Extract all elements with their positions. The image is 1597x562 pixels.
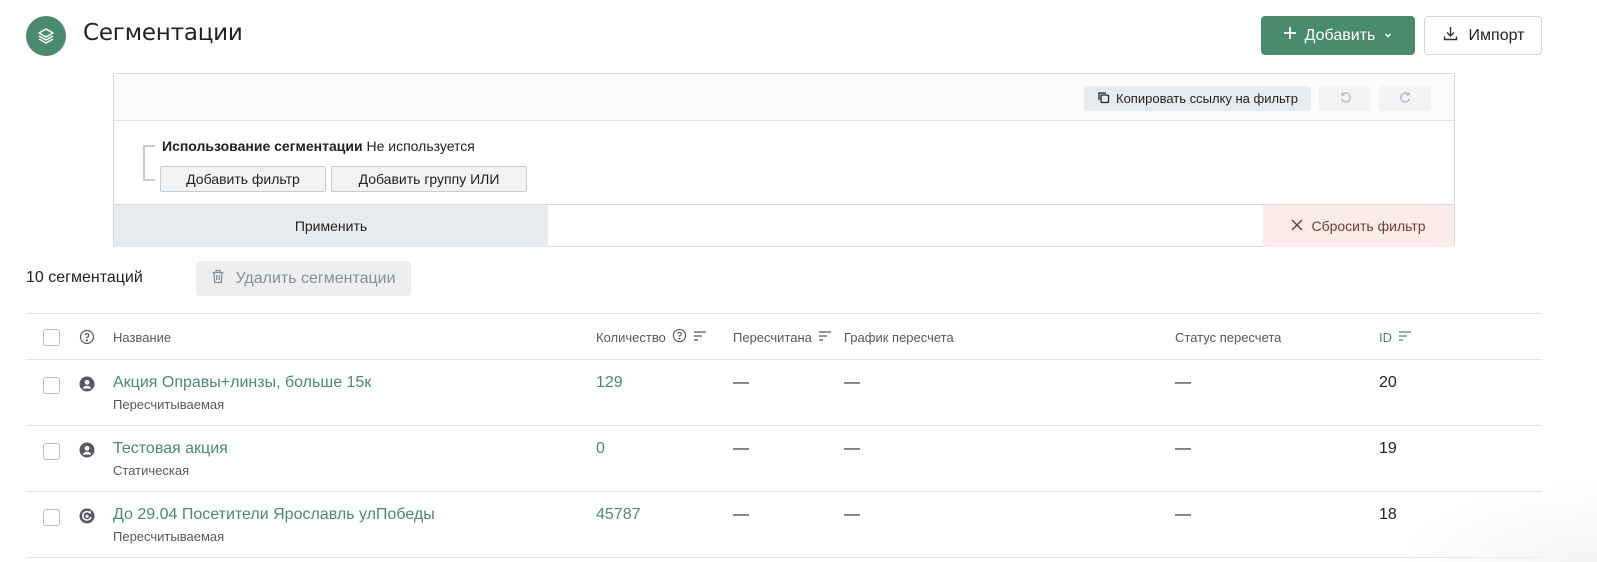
recalculated-value: — bbox=[733, 374, 749, 391]
user-icon bbox=[79, 376, 95, 392]
table-row[interactable]: Акция Оправы+линзы, больше 15к Пересчиты… bbox=[26, 360, 1542, 426]
undo-button[interactable] bbox=[1319, 86, 1371, 111]
select-all-checkbox[interactable] bbox=[43, 329, 60, 346]
close-icon bbox=[1291, 218, 1304, 234]
column-count[interactable]: Количество bbox=[596, 314, 707, 360]
copy-icon bbox=[1097, 91, 1110, 107]
help-icon[interactable] bbox=[79, 314, 95, 360]
segmentation-count-link[interactable]: 129 bbox=[596, 374, 623, 392]
segmentation-count-link[interactable]: 45787 bbox=[596, 506, 641, 524]
filter-condition-label: Использование сегментации bbox=[162, 138, 363, 154]
row-checkbox[interactable] bbox=[43, 377, 60, 394]
copy-filter-link-label: Копировать ссылку на фильтр bbox=[1116, 91, 1298, 106]
column-id[interactable]: ID bbox=[1379, 314, 1412, 360]
help-icon[interactable] bbox=[672, 328, 687, 346]
segmentation-name-link[interactable]: До 29.04 Посетители Ярославль улПобеды bbox=[113, 506, 435, 524]
column-status[interactable]: Статус пересчета bbox=[1175, 314, 1281, 360]
segmentation-type: Статическая bbox=[113, 463, 190, 478]
schedule-value: — bbox=[844, 440, 860, 457]
schedule-value: — bbox=[844, 506, 860, 523]
add-filter-button[interactable]: Добавить фильтр bbox=[160, 166, 326, 192]
reset-filter-label: Сбросить фильтр bbox=[1311, 218, 1426, 234]
column-id-label: ID bbox=[1379, 329, 1392, 345]
id-value: 20 bbox=[1379, 374, 1397, 391]
plus-icon bbox=[1283, 26, 1297, 45]
table-header: Название Количество Пересчитана График п… bbox=[26, 314, 1542, 360]
table-row[interactable]: До 29.04 Посетители Ярославль улПобеды П… bbox=[26, 492, 1542, 558]
user-icon bbox=[79, 442, 95, 458]
segmentation-type: Пересчитываемая bbox=[113, 397, 225, 412]
status-value: — bbox=[1175, 506, 1191, 523]
filter-footer: Применить Сбросить фильтр bbox=[114, 204, 1454, 247]
column-count-label: Количество bbox=[596, 329, 666, 345]
column-recalculated-label: Пересчитана bbox=[733, 329, 812, 345]
id-value: 18 bbox=[1379, 506, 1397, 523]
recalculated-value: — bbox=[733, 506, 749, 523]
import-button-label: Импорт bbox=[1468, 26, 1525, 44]
id-value: 19 bbox=[1379, 440, 1397, 457]
table-row[interactable]: Тестовая акция Статическая 0 — — — 19 bbox=[26, 426, 1542, 492]
delete-segmentations-label: Удалить сегментации bbox=[235, 269, 396, 287]
filter-condition[interactable]: Использование сегментации Не используетс… bbox=[162, 138, 475, 154]
delete-segmentations-button[interactable]: Удалить сегментации bbox=[196, 261, 411, 296]
column-status-label: Статус пересчета bbox=[1175, 329, 1282, 345]
add-button-label: Добавить bbox=[1304, 26, 1376, 44]
schedule-value: — bbox=[844, 374, 860, 391]
trash-icon bbox=[211, 269, 225, 289]
column-recalculated[interactable]: Пересчитана bbox=[733, 314, 832, 360]
sort-icon[interactable] bbox=[693, 330, 707, 345]
download-icon bbox=[1442, 25, 1459, 47]
segmentation-type: Пересчитываемая bbox=[113, 529, 225, 544]
layers-icon bbox=[26, 16, 66, 56]
segmentation-count-link[interactable]: 0 bbox=[596, 440, 605, 458]
segmentations-count: 10 сегментаций bbox=[26, 269, 143, 286]
redo-button[interactable] bbox=[1379, 86, 1431, 111]
segmentations-table: Название Количество Пересчитана График п… bbox=[26, 313, 1542, 558]
import-button[interactable]: Импорт bbox=[1424, 16, 1542, 55]
add-or-group-button[interactable]: Добавить группу ИЛИ bbox=[331, 166, 527, 192]
refresh-user-icon bbox=[79, 508, 95, 524]
filter-toolbar: Копировать ссылку на фильтр bbox=[114, 74, 1454, 121]
row-checkbox[interactable] bbox=[43, 509, 60, 526]
filter-body: Использование сегментации Не используетс… bbox=[114, 121, 1454, 204]
reset-filter-button[interactable]: Сбросить фильтр bbox=[1263, 205, 1454, 247]
page-title: Сегментации bbox=[83, 20, 243, 46]
segmentations-page: Сегментации Добавить Импорт Копировать с… bbox=[0, 0, 1597, 562]
filter-condition-value: Не используется bbox=[366, 138, 475, 154]
column-name[interactable]: Название bbox=[113, 314, 171, 360]
column-schedule-label: График пересчета bbox=[844, 329, 954, 345]
copy-filter-link-button[interactable]: Копировать ссылку на фильтр bbox=[1084, 86, 1311, 111]
status-value: — bbox=[1175, 440, 1191, 457]
segmentation-name-link[interactable]: Тестовая акция bbox=[113, 440, 228, 458]
apply-button[interactable]: Применить bbox=[114, 205, 548, 247]
undo-icon bbox=[1339, 91, 1352, 107]
column-schedule[interactable]: График пересчета bbox=[844, 314, 954, 360]
recalculated-value: — bbox=[733, 440, 749, 457]
filter-group-bracket bbox=[143, 145, 155, 181]
row-checkbox[interactable] bbox=[43, 443, 60, 460]
chevron-down-icon bbox=[1383, 27, 1393, 45]
status-value: — bbox=[1175, 374, 1191, 391]
filter-panel: Копировать ссылку на фильтр Использовани… bbox=[113, 73, 1455, 247]
segmentation-name-link[interactable]: Акция Оправы+линзы, больше 15к bbox=[113, 374, 371, 392]
column-name-label: Название bbox=[113, 329, 172, 345]
sort-icon[interactable] bbox=[1398, 330, 1412, 345]
redo-icon bbox=[1399, 91, 1412, 107]
sort-icon[interactable] bbox=[818, 330, 832, 345]
add-button[interactable]: Добавить bbox=[1261, 16, 1415, 55]
